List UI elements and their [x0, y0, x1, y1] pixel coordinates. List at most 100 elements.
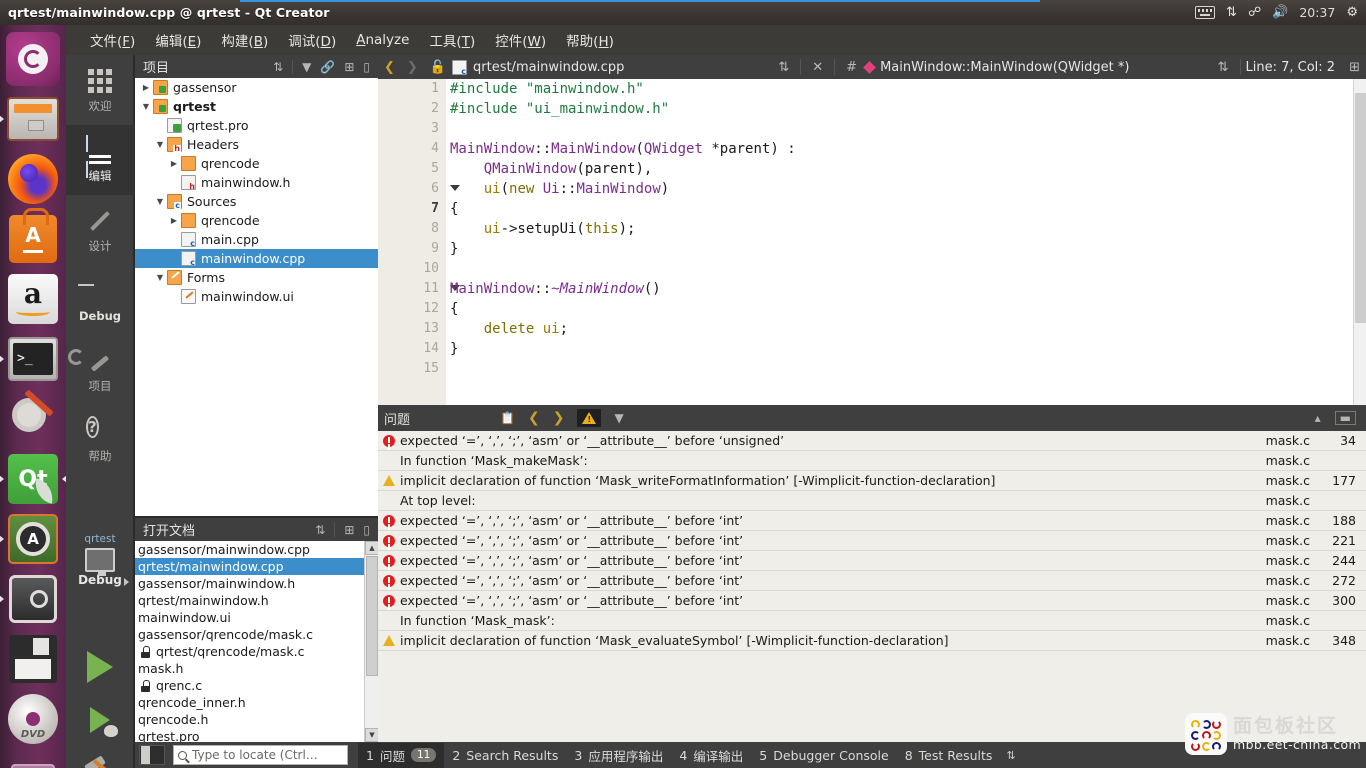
list-item[interactable]: mainwindow.ui — [135, 609, 378, 626]
list-item-selected[interactable]: qrtest/mainwindow.cpp — [135, 558, 378, 575]
launcher-item-system-settings[interactable] — [6, 389, 60, 446]
expand-arrow-icon[interactable] — [167, 159, 181, 168]
menu-widgets[interactable]: 控件(W) — [485, 27, 556, 53]
statusbar-tab-application-output[interactable]: 3 应用程序输出 — [566, 743, 671, 768]
list-item[interactable]: qrencode.h — [135, 711, 378, 728]
tree-row[interactable]: Sources — [135, 192, 378, 211]
mode-projects[interactable]: 项目 — [66, 335, 134, 405]
hash-icon[interactable]: # — [840, 60, 863, 75]
launcher-item-dvd[interactable]: DVD — [6, 692, 60, 746]
gear-icon[interactable]: ⚙ — [1346, 6, 1358, 19]
close-icon[interactable]: ▯ — [363, 524, 370, 536]
unlock-icon[interactable]: 🔓 — [424, 60, 452, 75]
next-icon[interactable]: ❯ — [553, 411, 565, 425]
menu-debug[interactable]: 调试(D) — [278, 27, 346, 53]
code-line[interactable]: #include "ui_mainwindow.h" — [446, 99, 1353, 119]
expand-arrow-icon[interactable] — [139, 83, 153, 92]
tree-row-selected[interactable]: mainwindow.cpp — [135, 249, 378, 268]
editor-symbol[interactable]: MainWindow::MainWindow(QWidget *) — [880, 60, 1129, 75]
launcher-item-software-updater[interactable]: A — [0, 512, 60, 566]
table-row[interactable]: expected ‘=’, ‘,’, ‘;’, ‘asm’ or ‘__attr… — [378, 551, 1366, 571]
locator-input[interactable]: Type to locate (Ctrl… — [173, 745, 348, 765]
launcher-item-software-center[interactable]: A — [6, 208, 60, 266]
close-icon[interactable]: ✕ — [806, 60, 829, 75]
list-item[interactable]: qrtest/mainwindow.h — [135, 592, 378, 609]
statusbar-tab-compile-output[interactable]: 4 编译输出 — [671, 743, 751, 768]
list-item[interactable]: gassensor/qrencode/mask.c — [135, 626, 378, 643]
clock[interactable]: 20:37 — [1299, 5, 1335, 20]
maximize-icon[interactable]: ▬ — [1334, 411, 1356, 425]
code-line[interactable]: MainWindow::~MainWindow() — [446, 279, 1353, 299]
launcher-item-amazon[interactable]: a — [6, 272, 60, 326]
back-arrow-icon[interactable]: ❮ — [378, 60, 401, 75]
warning-filter-icon[interactable] — [577, 409, 602, 427]
table-row[interactable]: In function ‘Mask_makeMask’: mask.c — [378, 451, 1366, 471]
list-item[interactable]: gassensor/mainwindow.h — [135, 575, 378, 592]
tree-row[interactable]: Headers — [135, 135, 378, 154]
tree-row[interactable]: gassensor — [135, 78, 378, 97]
tree-row[interactable]: qrtest — [135, 97, 378, 116]
list-item[interactable]: qrenc.c — [135, 677, 378, 694]
kit-selector[interactable]: qrtest Debug — [66, 533, 134, 587]
launcher-item-files[interactable] — [0, 92, 60, 146]
code-line[interactable]: MainWindow::MainWindow(QWidget *parent) … — [446, 139, 1353, 159]
split-icon[interactable]: ⊞ — [344, 61, 354, 73]
scroll-up-icon[interactable]: ▲ — [365, 541, 379, 555]
editor-filename[interactable]: qrtest/mainwindow.cpp — [473, 60, 624, 75]
table-row[interactable]: expected ‘=’, ‘,’, ‘;’, ‘asm’ or ‘__attr… — [378, 571, 1366, 591]
menu-file[interactable]: 文件(F) — [80, 27, 145, 53]
list-item[interactable]: qrtest/qrencode/mask.c — [135, 643, 378, 660]
code-editor[interactable]: 1 2 3 4 5 6 7 8 9 10 11 12 13 14 15 #inc… — [378, 79, 1366, 405]
sidebar-toggle-icon[interactable] — [139, 745, 165, 765]
launcher-item-startup-disk[interactable] — [0, 572, 60, 626]
filter-icon[interactable]: ▼​ — [302, 61, 311, 73]
updown-arrow-icon[interactable]: ⇅ — [1212, 60, 1235, 75]
sync-icon[interactable]: ⇅ — [273, 61, 283, 73]
expand-arrow-icon[interactable] — [153, 197, 167, 206]
code-line[interactable]: #include "mainwindow.h" — [446, 79, 1353, 99]
statusbar-tab-issues[interactable]: 1 问题 11 — [358, 742, 445, 768]
editor-scrollbar[interactable] — [1353, 79, 1366, 405]
launcher-item-firefox[interactable] — [6, 152, 60, 206]
table-row[interactable]: expected ‘=’, ‘,’, ‘;’, ‘asm’ or ‘__attr… — [378, 431, 1366, 451]
issues-list[interactable]: expected ‘=’, ‘,’, ‘;’, ‘asm’ or ‘__attr… — [378, 431, 1366, 742]
code-text-area[interactable]: #include "mainwindow.h" #include "ui_main… — [446, 79, 1353, 405]
tree-row[interactable]: qrencode — [135, 211, 378, 230]
run-button[interactable] — [66, 640, 134, 694]
table-row[interactable]: expected ‘=’, ‘,’, ‘;’, ‘asm’ or ‘__attr… — [378, 531, 1366, 551]
launcher-item-terminal[interactable]: >_ — [0, 332, 60, 386]
table-row[interactable]: At top level: mask.c — [378, 491, 1366, 511]
statusbar-tab-debugger-console[interactable]: 5 Debugger Console — [751, 745, 896, 766]
tree-row[interactable]: qrencode — [135, 154, 378, 173]
split-icon[interactable]: ⊞ — [344, 524, 354, 536]
launcher-item-ubuntu-dash[interactable] — [6, 32, 60, 86]
updown-arrow-icon[interactable]: ⇅ — [772, 60, 795, 75]
open-documents-list[interactable]: gassensor/mainwindow.cpp qrtest/mainwind… — [135, 541, 378, 742]
mode-debug[interactable]: Debug — [66, 265, 134, 335]
mode-edit[interactable]: 编辑 — [66, 125, 134, 195]
code-line[interactable]: ui->setupUi(this); — [446, 219, 1353, 239]
updown-arrow-icon[interactable]: ⇅ — [1006, 749, 1015, 762]
volume-icon[interactable]: 🔊 — [1272, 6, 1288, 19]
copy-icon[interactable]: 📋 — [500, 412, 515, 424]
code-line[interactable]: } — [446, 339, 1353, 359]
statusbar-tab-search-results[interactable]: 2 Search Results — [444, 745, 566, 766]
mode-help[interactable]: ? 帮助 — [66, 405, 134, 475]
network-icon[interactable]: ⇅ — [1226, 6, 1237, 19]
code-line[interactable]: } — [446, 239, 1353, 259]
code-line[interactable]: delete ui; — [446, 319, 1353, 339]
forward-arrow-icon[interactable]: ❯ — [401, 60, 424, 75]
open-documents-scrollbar[interactable]: ▲ ▼ — [364, 541, 379, 742]
code-line[interactable]: { — [446, 199, 1353, 219]
expand-arrow-icon[interactable] — [153, 273, 167, 282]
scroll-thumb[interactable] — [1355, 93, 1366, 323]
expand-arrow-icon[interactable] — [153, 140, 167, 149]
code-line[interactable]: ui(new Ui::MainWindow) — [446, 179, 1353, 199]
tree-row[interactable]: mainwindow.h — [135, 173, 378, 192]
menu-analyze[interactable]: Analyze — [346, 29, 419, 51]
mode-welcome[interactable]: 欢迎 — [66, 55, 134, 125]
split-icon[interactable]: ⊞ — [1343, 60, 1366, 75]
list-item[interactable]: qrtest.pro — [135, 728, 378, 742]
table-row[interactable]: implicit declaration of function ‘Mask_e… — [378, 631, 1366, 651]
expand-arrow-icon[interactable] — [139, 102, 153, 111]
